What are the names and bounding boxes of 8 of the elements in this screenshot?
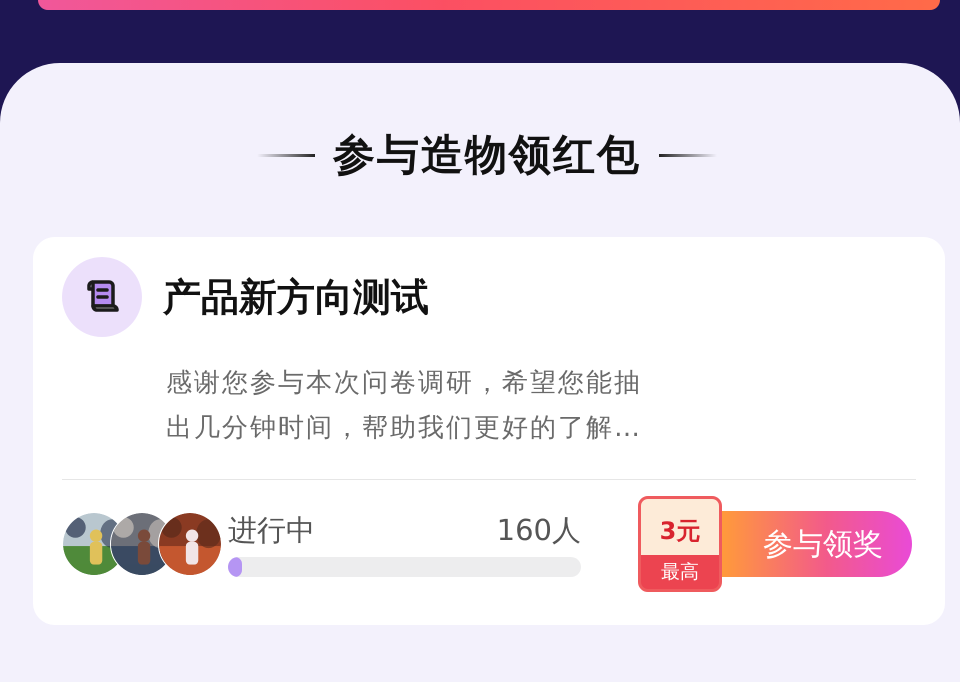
task-title: 产品新方向测试 [163, 274, 429, 320]
reward-amount: 3元 [660, 516, 700, 547]
task-card[interactable]: 产品新方向测试 感谢您参与本次问卷调研，希望您能抽出几分钟时间，帮助我们更好的了解… 进行中 160人 3元 最高 参与领奖 [33, 237, 945, 625]
section-title: 参与造物领红包 [333, 129, 641, 181]
status-label: 进行中 [228, 512, 315, 549]
task-description: 感谢您参与本次问卷调研，希望您能抽出几分钟时间，帮助我们更好的了解… [166, 367, 643, 445]
reward-note: 最高 [661, 560, 699, 585]
participant-count: 160人 [496, 512, 581, 549]
